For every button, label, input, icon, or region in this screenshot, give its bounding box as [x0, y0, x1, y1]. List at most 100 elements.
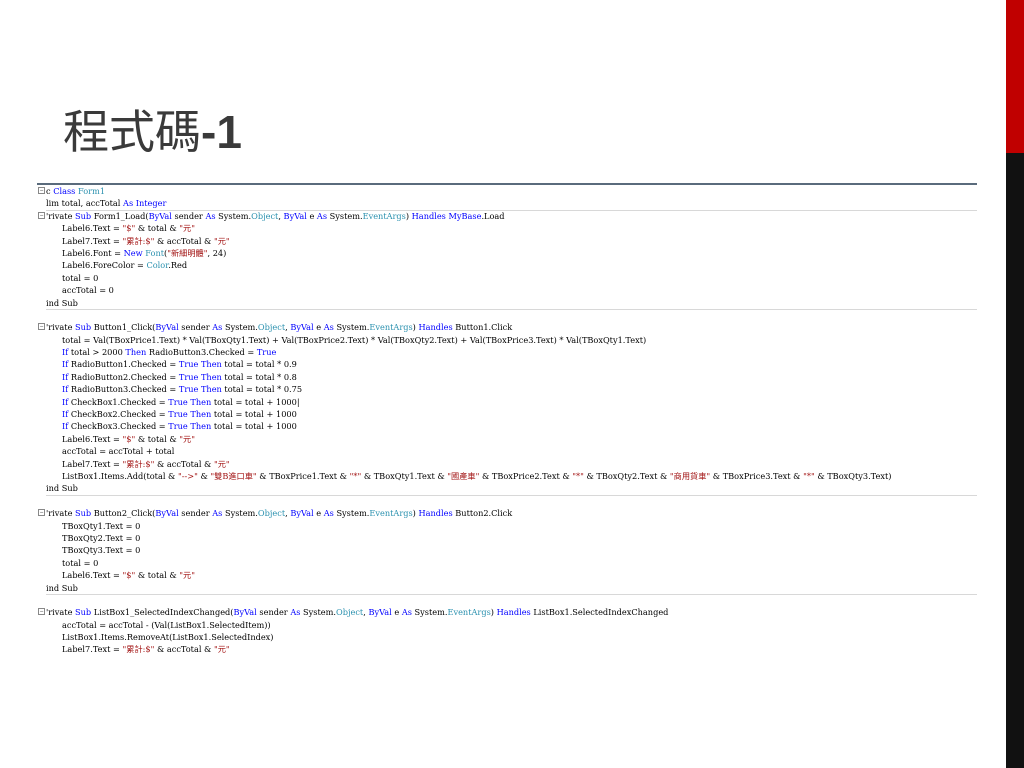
code-token: "元" — [179, 570, 195, 581]
code-token: & TBoxPrice2.Text & — [479, 470, 573, 481]
code-token: accTotal = 0 — [62, 285, 114, 296]
collapse-icon: − — [38, 608, 45, 616]
code-token: sender — [178, 508, 213, 519]
code-token: EventArgs — [369, 508, 413, 519]
code-token: System. — [222, 322, 258, 333]
accent-bar-black — [1006, 153, 1024, 768]
code-token: "雙B進口車" — [210, 470, 257, 481]
code-line: accTotal = accTotal - (Val(ListBox1.Sele… — [37, 619, 977, 631]
code-token: Then — [190, 409, 212, 420]
code-token: ByVal — [155, 322, 179, 333]
code-line — [37, 308, 977, 321]
code-token: Label6.Font = — [62, 247, 124, 258]
code-token: total = total * 0.75 — [221, 384, 303, 395]
code-token: e — [313, 508, 324, 519]
code-token: total = 0 — [62, 557, 99, 568]
code-token: ind Sub — [46, 582, 78, 593]
code-token: EventArgs — [362, 210, 406, 221]
code-token: EventArgs — [369, 322, 413, 333]
code-token: "$" — [122, 223, 136, 234]
code-token: System. — [411, 607, 448, 618]
code-token: & accTotal & — [154, 644, 214, 653]
code-line: If RadioButton2.Checked = True Then tota… — [37, 371, 977, 383]
code-line: If CheckBox1.Checked = True Then total =… — [37, 396, 977, 408]
code-token: Label7.Text = — [62, 458, 123, 469]
code-token: CheckBox3.Checked = — [68, 421, 169, 432]
code-token: "$" — [122, 570, 136, 581]
code-token: ListBox1.SelectedIndexChanged — [530, 607, 669, 618]
accent-bar-red — [1006, 0, 1024, 153]
code-token: & — [197, 470, 211, 481]
code-token: "元" — [213, 458, 230, 469]
code-token: e — [313, 322, 324, 333]
code-line: If CheckBox3.Checked = True Then total =… — [37, 420, 977, 432]
code-token: total = 0 — [62, 272, 99, 283]
code-line: ind Sub — [37, 297, 977, 309]
code-token: & total & — [135, 223, 180, 234]
code-token: & TBoxQty3.Text) — [814, 470, 892, 481]
code-token: Then — [200, 384, 222, 395]
code-token: Then — [125, 347, 147, 358]
collapse-icon: − — [38, 211, 45, 219]
code-token: Label6.Text = — [62, 570, 123, 581]
code-token: Button2.Click — [452, 508, 513, 519]
code-token: "累計:$" — [122, 235, 155, 246]
code-token: & accTotal & — [154, 235, 214, 246]
code-line: Label6.Font = New Font("新細明體", 24) — [37, 247, 977, 259]
code-token: Sub — [75, 607, 92, 618]
code-token: Class — [53, 186, 76, 196]
code-line: ind Sub — [37, 482, 977, 494]
code-line: accTotal = accTotal + total — [37, 445, 977, 457]
code-token: lim total, accTotal — [46, 198, 124, 209]
code-token: ByVal — [155, 508, 179, 519]
code-line: lim total, accTotal As Integer — [37, 197, 977, 209]
code-token: "元" — [213, 235, 230, 246]
code-token: total = total * 0.8 — [221, 371, 297, 382]
code-token: System. — [333, 508, 370, 519]
code-line: total = 0 — [37, 557, 977, 569]
code-token: ByVal — [290, 322, 314, 333]
code-token: total = total * 0.9 — [221, 359, 297, 370]
code-line: If RadioButton3.Checked = True Then tota… — [37, 383, 977, 395]
code-token: e — [306, 210, 317, 221]
code-line: Label6.Text = "$" & total & "元" — [37, 569, 977, 581]
code-token: Then — [200, 371, 222, 382]
code-line: −'rivate Sub Button1_Click(ByVal sender … — [37, 321, 977, 333]
code-token: Handles — [496, 607, 531, 618]
code-line: Label7.Text = "累計:$" & accTotal & "元" — [37, 458, 977, 470]
code-token: Handles — [418, 508, 453, 519]
code-token: 'rivate — [46, 210, 76, 221]
code-token: Label6.ForeColor = — [62, 260, 147, 271]
code-line: total = 0 — [37, 272, 977, 284]
code-token: As — [290, 607, 301, 618]
code-token: CheckBox2.Checked = — [68, 409, 169, 420]
code-token: True — [168, 421, 188, 432]
code-token: Form1 — [77, 186, 106, 196]
code-token: RadioButton2.Checked = — [68, 371, 179, 382]
code-token: & TBoxPrice3.Text & — [710, 470, 804, 481]
code-token: System. — [215, 210, 252, 221]
slide-title-number: -1 — [201, 106, 242, 158]
code-line — [37, 593, 977, 606]
code-token: ByVal — [233, 607, 257, 618]
code-line: If total > 2000 Then RadioButton3.Checke… — [37, 346, 977, 358]
code-token: ByVal — [148, 210, 172, 221]
collapse-icon: − — [38, 323, 45, 331]
code-token: total = total + 1000 — [211, 421, 297, 432]
code-token: & total & — [135, 570, 180, 581]
code-token: Sub — [75, 508, 92, 519]
code-token: As — [212, 508, 223, 519]
code-token: sender — [256, 607, 291, 618]
code-token: total = total + 1000 — [211, 409, 297, 420]
code-token: "元" — [179, 223, 195, 234]
code-token: .Red — [168, 260, 188, 271]
code-line: ListBox1.Items.Add(total & "-->" & "雙B進口… — [37, 470, 977, 482]
code-token: True — [178, 384, 199, 395]
code-token: Button1_Click( — [91, 322, 156, 333]
code-token: & total & — [135, 433, 180, 444]
code-token: "*" — [572, 470, 584, 481]
code-token: CheckBox1.Checked = — [68, 396, 169, 407]
code-token: EventArgs — [447, 607, 491, 618]
code-token: total > 2000 — [68, 347, 126, 358]
code-token: Then — [190, 421, 212, 432]
